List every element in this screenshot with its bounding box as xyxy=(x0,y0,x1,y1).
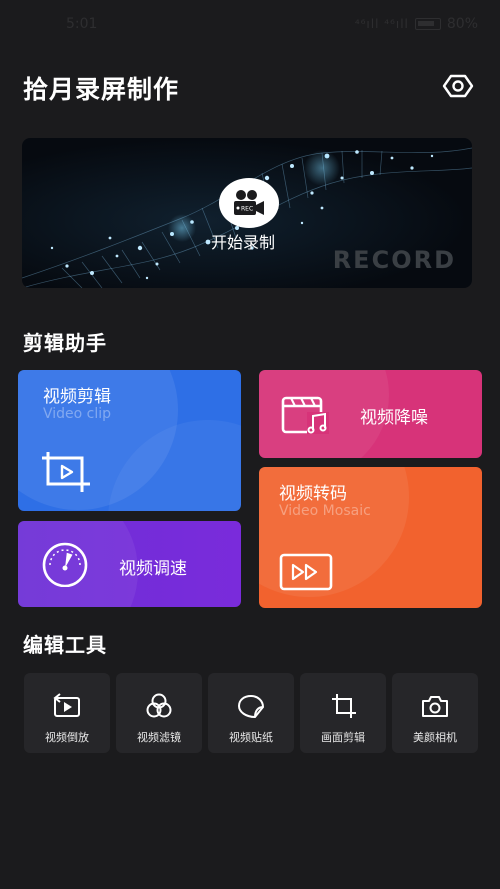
record-watermark: RECORD xyxy=(332,246,456,274)
video-transcode-card[interactable]: 视频转码 Video Mosaic xyxy=(259,467,482,608)
app-title: 拾月录屏制作 xyxy=(23,75,180,104)
status-time: 5:01 xyxy=(66,16,98,32)
video-denoise-card[interactable]: 视频降噪 xyxy=(259,370,482,458)
hexagon-eye-icon[interactable] xyxy=(442,70,474,102)
sticker-icon xyxy=(237,694,265,719)
tool-label: 视频贴纸 xyxy=(229,731,273,744)
video-camera-icon: REC xyxy=(234,190,264,215)
filter-circles-icon xyxy=(146,693,172,718)
video-denoise-title: 视频降噪 xyxy=(360,408,428,428)
tool-beauty-camera[interactable]: 美颜相机 xyxy=(392,673,478,753)
video-transcode-subtitle: Video Mosaic xyxy=(279,503,371,519)
video-clip-title: 视频剪辑 xyxy=(43,387,111,407)
status-bar: 5:01 ⁴⁶ıll ⁴⁶ıll 80% xyxy=(0,0,500,50)
section-title-tools: 编辑工具 xyxy=(23,633,107,657)
tool-label: 画面剪辑 xyxy=(321,731,365,744)
battery-icon xyxy=(414,18,441,30)
tool-sticker[interactable]: 视频贴纸 xyxy=(208,673,294,753)
crop-frame-icon xyxy=(332,694,356,718)
record-button[interactable]: REC xyxy=(219,178,279,228)
signal-icon: ⁴⁶ıll ⁴⁶ıll xyxy=(354,17,409,31)
rewind-play-icon xyxy=(53,693,80,717)
video-clip-subtitle: Video clip xyxy=(43,406,112,422)
tool-filter[interactable]: 视频滤镜 xyxy=(116,673,202,753)
video-clip-card[interactable]: 视频剪辑 Video clip xyxy=(18,370,241,511)
battery-level: 80% xyxy=(446,16,478,32)
section-title-assistant: 剪辑助手 xyxy=(23,331,107,355)
fast-forward-icon xyxy=(279,553,333,591)
music-clapper-icon xyxy=(281,396,329,434)
tool-reverse[interactable]: 视频倒放 xyxy=(24,673,110,753)
tool-crop[interactable]: 画面剪辑 xyxy=(300,673,386,753)
tool-label: 视频滤镜 xyxy=(137,731,181,744)
crop-icon xyxy=(42,452,90,492)
record-label[interactable]: 开始录制 xyxy=(211,229,275,253)
video-transcode-title: 视频转码 xyxy=(279,484,347,504)
tools-row: 视频倒放 视频滤镜 视频贴纸 画面剪辑 美颜相机 xyxy=(24,673,478,753)
tool-label: 美颜相机 xyxy=(413,731,457,744)
status-right: ⁴⁶ıll ⁴⁶ıll 80% xyxy=(355,16,478,32)
svg-text:REC: REC xyxy=(241,206,253,213)
tool-label: 视频倒放 xyxy=(45,731,89,744)
video-speed-card[interactable]: 视频调速 xyxy=(18,521,241,607)
video-speed-title: 视频调速 xyxy=(119,559,187,579)
speedometer-icon xyxy=(42,542,88,587)
camera-icon xyxy=(422,696,448,717)
